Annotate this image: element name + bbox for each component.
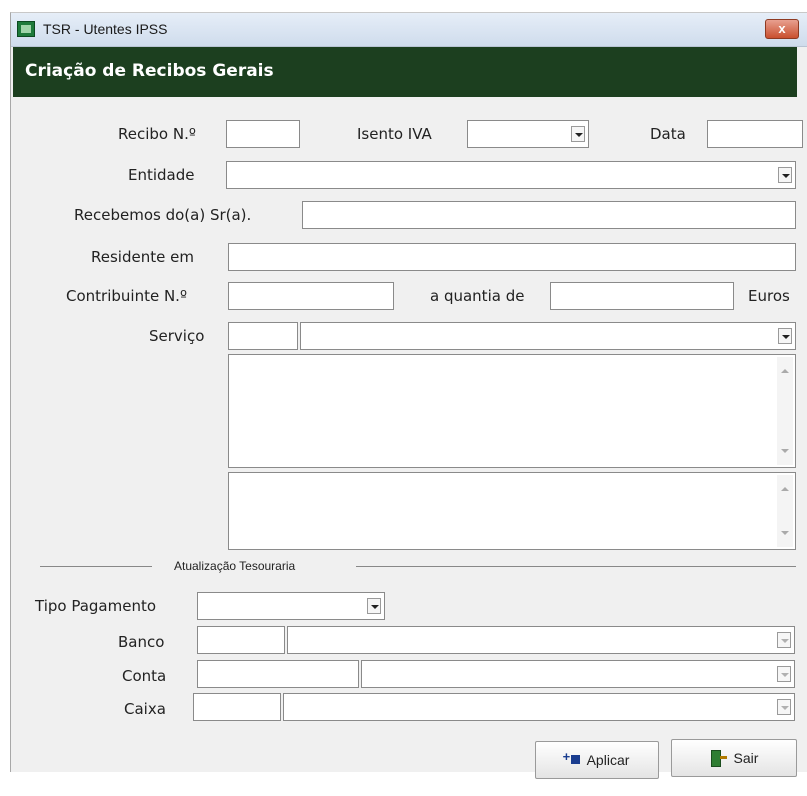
contribuinte-input[interactable] [228,282,394,310]
chevron-down-icon[interactable] [367,598,381,614]
isento-iva-select[interactable] [467,120,589,148]
page-title: Criação de Recibos Gerais [25,61,274,81]
scrollbar[interactable] [777,475,793,547]
recibo-label: Recibo N.º [118,125,196,143]
banco-select[interactable] [287,626,795,654]
chevron-down-icon[interactable] [778,167,792,183]
aplicar-label: Aplicar [586,752,630,768]
aplicar-button[interactable]: Aplicar [535,741,659,779]
servico-code-input[interactable] [228,322,298,350]
scroll-down-icon[interactable] [781,531,789,535]
section-divider [40,566,152,567]
residente-input[interactable] [228,243,796,271]
tipo-pagamento-select[interactable] [197,592,385,620]
scroll-down-icon[interactable] [781,449,789,453]
title-bar: TSR - Utentes IPSS x [11,13,807,47]
tipo-pagamento-label: Tipo Pagamento [35,597,157,615]
entidade-select[interactable] [226,161,796,189]
conta-label: Conta [122,667,167,685]
section-divider [356,566,796,567]
caixa-code-input[interactable] [193,693,281,721]
chevron-down-icon[interactable] [777,632,791,648]
caixa-select[interactable] [283,693,795,721]
chevron-down-icon[interactable] [777,666,791,682]
chevron-down-icon[interactable] [571,126,585,142]
sair-label: Sair [733,750,759,766]
add-icon [563,749,581,766]
entidade-label: Entidade [128,166,195,184]
recebemos-input[interactable] [302,201,796,229]
chevron-down-icon[interactable] [778,328,792,344]
sair-button[interactable]: Sair [671,739,797,777]
recibo-input[interactable] [226,120,300,148]
app-icon [17,21,35,37]
descricao-textarea[interactable] [228,354,796,468]
scroll-up-icon[interactable] [781,369,789,373]
form-header: Criação de Recibos Gerais [13,47,797,97]
quantia-input[interactable] [550,282,734,310]
banco-code-input[interactable] [197,626,285,654]
scrollbar[interactable] [777,357,793,465]
scroll-up-icon[interactable] [781,487,789,491]
data-input[interactable] [707,120,803,148]
euros-label: Euros [748,287,790,305]
quantia-label: a quantia de [430,287,525,305]
tesouraria-section-label: Atualização Tesouraria [174,559,296,573]
isento-iva-label: Isento IVA [357,125,432,143]
caixa-label: Caixa [124,700,166,718]
data-label: Data [650,125,686,143]
contribuinte-label: Contribuinte N.º [66,287,188,305]
servico-select[interactable] [300,322,796,350]
chevron-down-icon[interactable] [777,699,791,715]
close-icon: x [778,21,786,36]
window-title: TSR - Utentes IPSS [43,21,168,37]
close-button[interactable]: x [765,19,799,39]
servico-label: Serviço [149,327,205,345]
exit-door-icon [710,750,728,767]
conta-code-input[interactable] [197,660,359,688]
conta-select[interactable] [361,660,795,688]
residente-label: Residente em [91,248,194,266]
recebemos-label: Recebemos do(a) Sr(a). [74,206,252,224]
banco-label: Banco [118,633,165,651]
observacoes-textarea[interactable] [228,472,796,550]
